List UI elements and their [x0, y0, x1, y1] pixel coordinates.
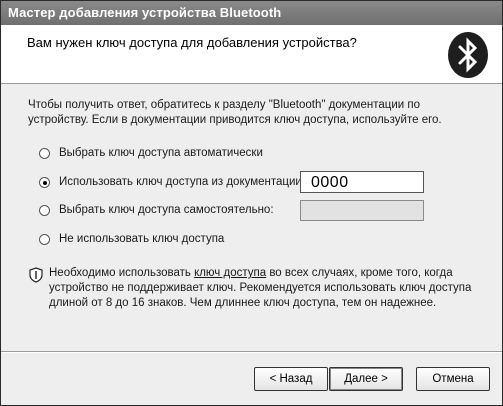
shield-icon [29, 267, 43, 283]
bluetooth-icon [448, 32, 488, 78]
radio-custom-passkey[interactable] [39, 205, 50, 216]
wizard-header: Вам нужен ключ доступа для добавления ус… [1, 25, 502, 84]
next-button[interactable]: Далее > [329, 367, 403, 391]
radio-no-passkey[interactable] [39, 234, 50, 245]
radio-documentation-passkey[interactable] [39, 177, 50, 188]
footer-separator [1, 351, 502, 353]
option-documentation-passkey-label: Использовать ключ доступа из документаци… [59, 176, 306, 188]
description-text: Чтобы получить ответ, обратитесь к разде… [28, 99, 442, 126]
passkey-help-link[interactable]: ключ доступа [194, 267, 266, 279]
title-bar[interactable]: Мастер добавления устройства Bluetooth [1, 1, 502, 25]
page-heading: Вам нужен ключ доступа для добавления ус… [27, 35, 357, 50]
radio-auto-passkey[interactable] [39, 148, 50, 159]
documentation-passkey-input[interactable]: 0000 [300, 171, 424, 193]
custom-passkey-input [300, 200, 424, 221]
passkey-note: Необходимо использовать ключ доступа во … [49, 266, 479, 311]
back-button[interactable]: < Назад [254, 367, 328, 391]
window-title: Мастер добавления устройства Bluetooth [8, 5, 282, 20]
cancel-button[interactable]: Отмена [416, 367, 490, 391]
wizard-window: Мастер добавления устройства Bluetooth В… [0, 0, 503, 406]
option-custom-passkey-label: Выбрать ключ доступа самостоятельно: [59, 204, 274, 216]
note-prefix: Необходимо использовать [49, 267, 195, 279]
option-no-passkey-label: Не использовать ключ доступа [59, 233, 225, 245]
option-auto-passkey-label: Выбрать ключ доступа автоматически [59, 147, 263, 159]
